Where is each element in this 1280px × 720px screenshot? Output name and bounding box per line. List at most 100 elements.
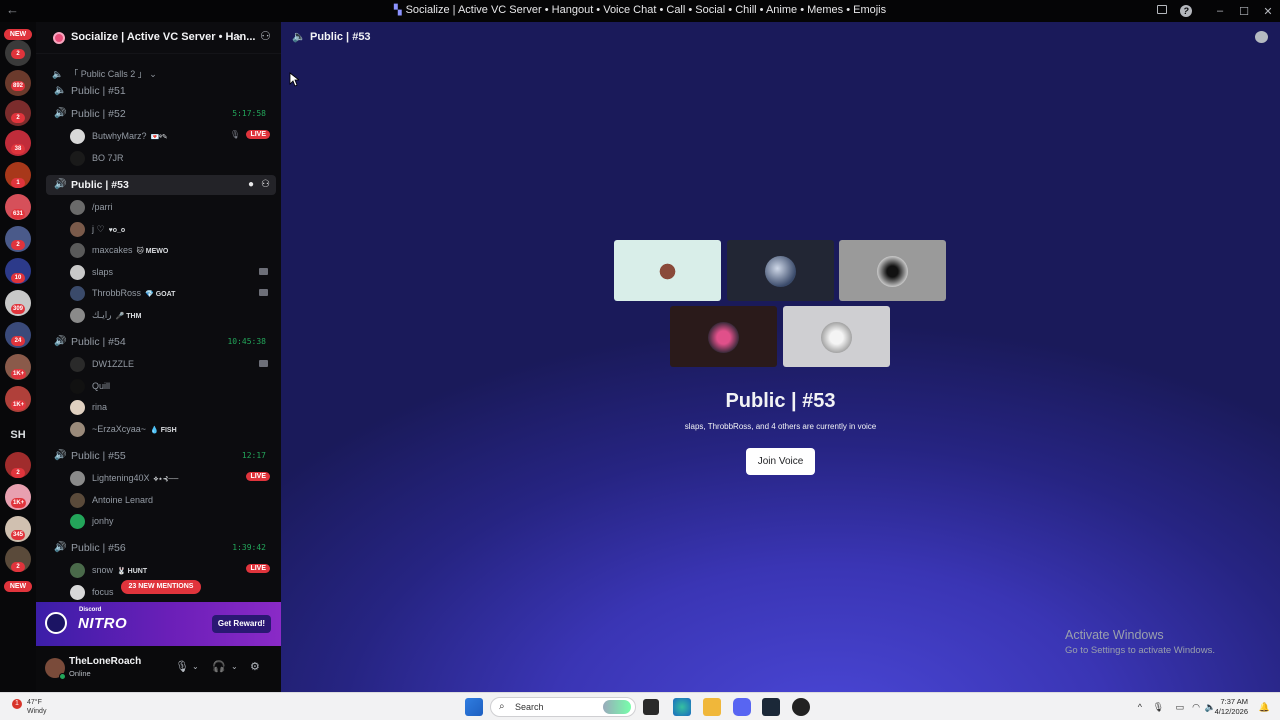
new-mentions-pill[interactable]: 23 NEW MENTIONS bbox=[121, 580, 201, 594]
microphone-icon[interactable]: 🎙 bbox=[175, 660, 189, 673]
member-name: slaps bbox=[92, 267, 114, 277]
discord-app-icon[interactable] bbox=[733, 698, 751, 716]
live-badge: LIVE bbox=[246, 130, 270, 139]
participant-tile[interactable] bbox=[614, 240, 721, 301]
username[interactable]: TheLoneRoach bbox=[69, 656, 141, 667]
headphones-icon[interactable]: 🎧 bbox=[212, 660, 226, 673]
channel-label: Public | #53 bbox=[71, 179, 129, 191]
voice-member[interactable]: jonhy bbox=[70, 511, 270, 531]
server-rail: NEW 2 892 2 38 1 631 2 10 309 24 1K+ 1K+… bbox=[0, 22, 36, 692]
server-header[interactable]: Socialize | Active VC Server • Han... ⌄ … bbox=[36, 22, 281, 54]
participant-tile[interactable] bbox=[670, 306, 777, 367]
voice-member[interactable]: BO 7JR bbox=[70, 148, 270, 168]
app-icon[interactable] bbox=[792, 698, 810, 716]
server-badge: 345 bbox=[11, 530, 26, 540]
new-pill: NEW bbox=[4, 29, 32, 40]
minimize-button[interactable]: – bbox=[1208, 5, 1232, 17]
invite-people-icon[interactable]: ⚇ bbox=[260, 29, 271, 43]
server-badge: 892 bbox=[11, 81, 26, 91]
voice-member[interactable]: Lightening40X ⟡⋆⊰── LIVE bbox=[70, 468, 270, 488]
voice-channel-55[interactable]: 🔊 Public | #55 12:17 bbox=[46, 446, 274, 466]
help-icon[interactable]: ? bbox=[1174, 5, 1198, 17]
server-flag-icon: ▚ bbox=[393, 5, 402, 16]
inbox-icon[interactable] bbox=[1150, 5, 1174, 17]
member-name: DW1ZZLE bbox=[92, 359, 135, 369]
invite-icon[interactable]: ⚇ bbox=[261, 179, 270, 190]
join-voice-button[interactable]: Join Voice bbox=[746, 448, 815, 475]
voice-member[interactable]: slaps bbox=[70, 262, 270, 282]
get-reward-button[interactable]: Get Reward! bbox=[211, 615, 271, 633]
display-icon[interactable]: ▭ bbox=[1175, 702, 1184, 713]
voice-member[interactable]: maxcakes 🐱 MEWO bbox=[70, 240, 270, 260]
chevron-down-icon[interactable]: ⌄ bbox=[231, 662, 238, 671]
voice-member[interactable]: Quill bbox=[70, 376, 270, 396]
participant-tile[interactable] bbox=[727, 240, 834, 301]
server-badge: 1 bbox=[11, 178, 25, 188]
avatar bbox=[70, 265, 85, 280]
window-title-text: Socialize | Active VC Server • Hangout •… bbox=[405, 4, 887, 16]
voice-channel-52[interactable]: 🔊 Public | #52 5:17:58 bbox=[46, 104, 274, 124]
speaker-icon: 🔊 bbox=[54, 542, 67, 553]
clock[interactable]: 7:37 AM 4/12/2026 bbox=[1215, 697, 1248, 717]
edge-browser-icon[interactable] bbox=[673, 698, 691, 716]
watermark-line2: Go to Settings to activate Windows. bbox=[1065, 645, 1215, 656]
maximize-button[interactable]: ☐ bbox=[1232, 5, 1256, 18]
chevron-up-icon[interactable]: ^ bbox=[1138, 702, 1142, 712]
chevron-down-icon[interactable]: ⌄ bbox=[236, 30, 244, 41]
wifi-icon[interactable]: ◠ bbox=[1192, 702, 1200, 713]
member-name: Antoine Lenard bbox=[92, 495, 154, 505]
voice-member[interactable]: ThrobbRoss 💎 GOAT bbox=[70, 283, 270, 303]
chevron-down-icon[interactable]: ⌄ bbox=[192, 662, 199, 671]
voice-member[interactable]: ~ErzaXcyaa~ 💧 FISH bbox=[70, 419, 270, 439]
notification-bell-icon[interactable]: 🔔 bbox=[1259, 702, 1270, 713]
voice-channel-54[interactable]: 🔊 Public | #54 10:45:38 bbox=[46, 332, 274, 352]
voice-member[interactable]: Antoine Lenard bbox=[70, 490, 270, 510]
member-tag: 🐰 HUNT bbox=[117, 568, 148, 575]
voice-member[interactable]: DW1ZZLE bbox=[70, 354, 270, 374]
voice-member[interactable]: rina bbox=[70, 397, 270, 417]
chat-icon[interactable] bbox=[1255, 31, 1268, 43]
task-view-icon[interactable] bbox=[643, 699, 659, 715]
voice-member[interactable]: /parri bbox=[70, 197, 270, 217]
server-badge: 24 bbox=[11, 336, 25, 346]
channel-timer: 10:45:38 bbox=[227, 337, 266, 346]
server-badge: 2 bbox=[11, 113, 25, 123]
chat-bubble-icon[interactable]: ● bbox=[248, 179, 254, 190]
avatar bbox=[70, 151, 85, 166]
category-header[interactable]: 🔈 「 Public Calls 2 」 ⌄ bbox=[52, 67, 157, 80]
voice-channel-51[interactable]: 🔈 Public | #51 bbox=[46, 81, 274, 101]
nitro-label: NITRO bbox=[78, 615, 128, 632]
participant-tile[interactable] bbox=[839, 240, 946, 301]
avatar bbox=[70, 400, 85, 415]
member-tag: ♥o_o bbox=[108, 227, 126, 234]
member-name: ~ErzaXcyaa~ bbox=[92, 424, 147, 434]
speaker-icon: 🔊 bbox=[54, 450, 67, 461]
nitro-banner[interactable]: Discord NITRO Get Reward! bbox=[36, 602, 281, 646]
close-button[interactable]: ✕ bbox=[1256, 5, 1280, 18]
server-badge: 10 bbox=[11, 273, 25, 283]
member-tag: 💌ᵉ✎ bbox=[150, 134, 168, 141]
voice-channel-53[interactable]: 🔊 Public | #53 ● ⚇ bbox=[46, 175, 276, 195]
microphone-icon[interactable]: 🎙 bbox=[1153, 702, 1164, 713]
voice-channel-view: 🔈 Public | #53 Public | #53 slaps, Throb… bbox=[281, 22, 1280, 692]
participant-tile[interactable] bbox=[783, 306, 890, 367]
gear-icon[interactable]: ⚙ bbox=[250, 660, 260, 673]
file-explorer-icon[interactable] bbox=[703, 698, 721, 716]
weather-widget[interactable]: 1 47°F Windy bbox=[8, 697, 78, 719]
server-badge: 1K+ bbox=[11, 498, 27, 508]
steam-icon[interactable] bbox=[762, 698, 780, 716]
voice-member[interactable]: j ♡ ♥o_o bbox=[70, 219, 270, 239]
voice-member[interactable]: رايـك 🎤 THM bbox=[70, 305, 270, 325]
online-status-icon bbox=[59, 673, 66, 680]
taskbar-search[interactable]: ⌕ Search bbox=[490, 697, 636, 717]
avatar bbox=[70, 585, 85, 600]
weather-condition: Windy bbox=[27, 708, 47, 715]
voice-member[interactable]: snow 🐰 HUNT LIVE bbox=[70, 560, 270, 580]
voice-channel-56[interactable]: 🔊 Public | #56 1:39:42 bbox=[46, 538, 274, 558]
server-icon bbox=[53, 32, 65, 44]
start-menu-icon[interactable] bbox=[465, 698, 483, 716]
server-icon-sh[interactable]: SH bbox=[5, 422, 31, 448]
avatar bbox=[70, 129, 85, 144]
voice-member[interactable]: ButwhyMarz? 💌ᵉ✎ 🎙 LIVE bbox=[70, 126, 270, 146]
user-status: Online bbox=[69, 669, 91, 678]
